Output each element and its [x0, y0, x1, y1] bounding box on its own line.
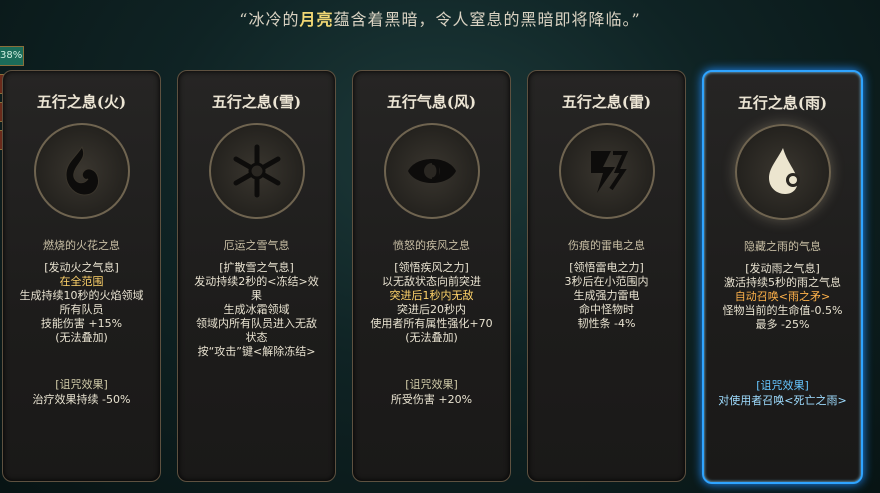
desc-line: [领悟雷电之力] — [569, 261, 644, 274]
card-subtitle: 伤痕的雷电之息 — [568, 239, 645, 252]
curse-effect: [诅咒效果] 所受伤害 +20% — [353, 377, 510, 407]
desc-line: 激活持续5秒的雨之气息 — [724, 276, 841, 289]
desc-line: (无法叠加) — [405, 331, 458, 344]
desc-line: 突进后20秒内 — [397, 303, 466, 316]
card-subtitle: 隐藏之雨的气息 — [744, 240, 821, 253]
desc-line: 突进后1秒内无敌 — [389, 289, 474, 302]
whirlwind-eye-icon — [407, 159, 456, 183]
emblem — [383, 123, 480, 219]
emblem — [734, 124, 831, 220]
curse-value: 对使用者召唤<死亡之雨> — [718, 394, 847, 407]
desc-line: 果 — [251, 289, 262, 302]
desc-line: 命中怪物时 — [579, 303, 634, 316]
flame-spiral-icon — [64, 146, 99, 196]
curse-title: [诅咒效果] — [756, 379, 809, 392]
raindrop-icon — [768, 148, 800, 194]
snowflake-icon — [233, 144, 280, 198]
desc-line: [发动雨之气息] — [745, 262, 820, 275]
desc-line: 生成冰霜领域 — [223, 303, 290, 316]
desc-line: 韧性条 -4% — [577, 317, 636, 330]
desc-line: [扩散雪之气息] — [219, 261, 294, 274]
desc-line: (无法叠加) — [55, 331, 108, 344]
desc-line: 怪物当前的生命值-0.5% — [722, 304, 843, 317]
card-description: [发动火之气息] 在全范围 生成持续10秒的火焰领域 所有队员 技能伤害 +15… — [11, 261, 152, 345]
header-quote: “冰冷的月亮蕴含着黑暗，令人窒息的黑暗即将降临。” — [0, 6, 880, 30]
desc-line: [发动火之气息] — [44, 261, 119, 274]
card-subtitle: 燃烧的火花之息 — [43, 239, 120, 252]
desc-line: 发动持续2秒的<冻结>效 — [194, 275, 319, 288]
card-snow[interactable]: 五行之息(雪) 厄运之雪气息 [扩散雪之气息] 发动持续2秒的<冻结>效 果 生… — [177, 70, 336, 482]
curse-title: [诅咒效果] — [55, 378, 108, 391]
lightning-icon — [590, 151, 628, 193]
desc-line: 领域内所有队员进入无敌 — [196, 317, 317, 330]
desc-line: 以无敌状态向前突进 — [382, 275, 481, 288]
card-thunder[interactable]: 五行之息(雷) 伤痕的雷电之息 [领悟雷电之力] 3秒后在小范围内 生成强力雷电… — [527, 70, 686, 482]
card-title: 五行气息(风) — [386, 93, 477, 111]
desc-line: 按“攻击”键<解除冻结> — [197, 345, 316, 358]
desc-line: 生成持续10秒的火焰领域 — [19, 289, 144, 302]
curse-value: 治疗效果持续 -50% — [32, 393, 131, 406]
curse-effect: [诅咒效果] 对使用者召唤<死亡之雨> — [704, 378, 861, 408]
card-subtitle: 厄运之雪气息 — [223, 239, 290, 252]
stat-chip: 38% — [0, 46, 24, 66]
card-subtitle: 愤怒的疾风之息 — [393, 239, 470, 252]
desc-line: 技能伤害 +15% — [40, 317, 123, 330]
emblem — [558, 123, 655, 219]
curse-effect: [诅咒效果] 治疗效果持续 -50% — [3, 377, 160, 407]
desc-line: 自动召唤<雨之矛> — [734, 290, 831, 303]
desc-line: 最多 -25% — [755, 318, 810, 331]
desc-line: 在全范围 — [59, 275, 104, 288]
emblem — [208, 123, 305, 219]
desc-line: [领悟疾风之力] — [394, 261, 469, 274]
card-title: 五行之息(雷) — [561, 93, 652, 111]
card-title: 五行之息(雪) — [211, 93, 302, 111]
desc-line: 生成强力雷电 — [573, 289, 640, 302]
card-fire[interactable]: 五行之息(火) 燃烧的火花之息 [发动火之气息] 在全范围 生成持续10秒的火焰… — [2, 70, 161, 482]
quote-text-before: “冰冷的 — [239, 10, 300, 29]
card-description: [发动雨之气息] 激活持续5秒的雨之气息 自动召唤<雨之矛> 怪物当前的生命值-… — [712, 262, 853, 332]
curse-value: 所受伤害 +20% — [390, 393, 473, 406]
desc-line: 3秒后在小范围内 — [564, 275, 649, 288]
card-description: [扩散雪之气息] 发动持续2秒的<冻结>效 果 生成冰霜领域 领域内所有队员进入… — [186, 261, 327, 359]
desc-line: 所有队员 — [59, 303, 104, 316]
card-rain[interactable]: 五行之息(雨) 隐藏之雨的气息 [发动雨之气息] 激活持续5秒的雨之气息 自动召… — [702, 70, 863, 484]
card-description: [领悟疾风之力] 以无敌状态向前突进 突进后1秒内无敌 突进后20秒内 使用者所… — [361, 261, 502, 345]
card-description: [领悟雷电之力] 3秒后在小范围内 生成强力雷电 命中怪物时 韧性条 -4% — [536, 261, 677, 331]
desc-line: 使用者所有属性强化+70 — [370, 317, 493, 330]
desc-line: 状态 — [245, 331, 268, 344]
curse-title: [诅咒效果] — [405, 378, 458, 391]
quote-text-after: 蕴含着黑暗，令人窒息的黑暗即将降临。” — [333, 10, 641, 29]
quote-highlight: 月亮 — [299, 10, 334, 29]
card-title: 五行之息(火) — [36, 93, 127, 111]
emblem — [33, 123, 130, 219]
card-title: 五行之息(雨) — [737, 94, 828, 112]
card-wind[interactable]: 五行气息(风) 愤怒的疾风之息 [领悟疾风之力] 以无敌状态向前突进 突进后1秒… — [352, 70, 511, 482]
